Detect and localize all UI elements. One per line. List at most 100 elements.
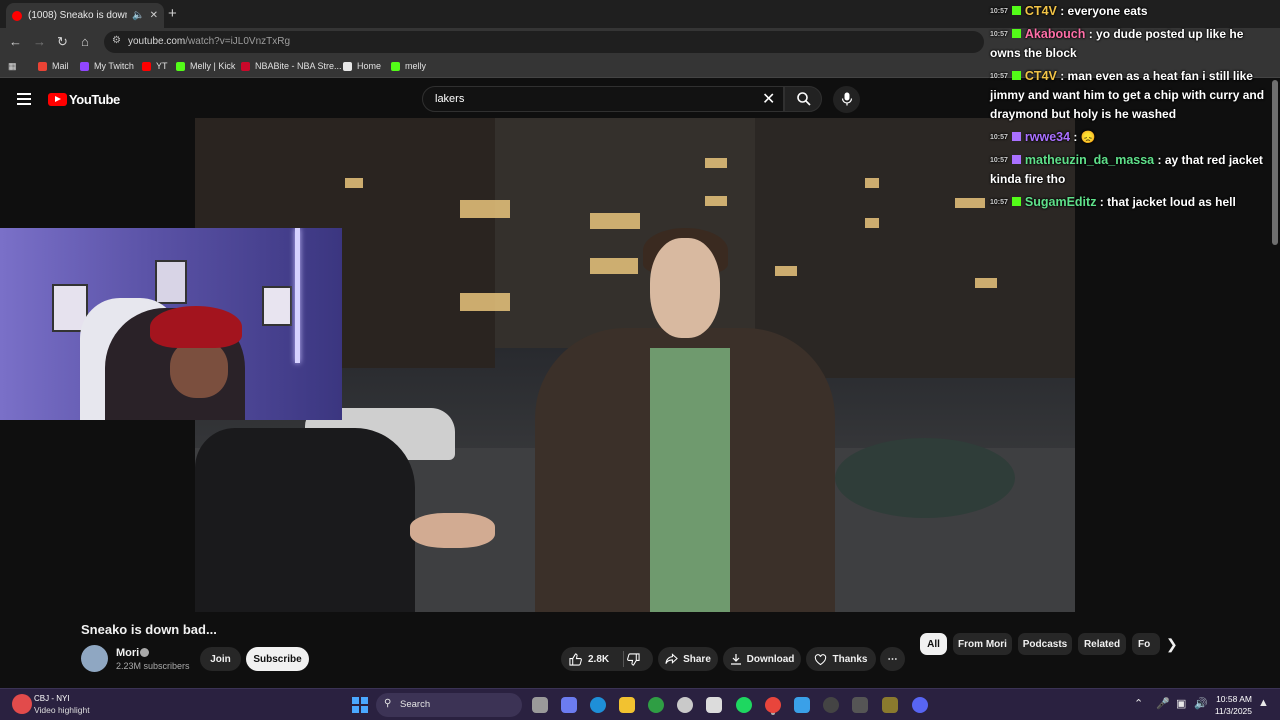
chat-text: : that jacket loud as hell: [1099, 195, 1236, 209]
share-label: Share: [683, 653, 711, 665]
bookmark-mail[interactable]: Mail: [38, 61, 69, 71]
join-button[interactable]: Join: [200, 647, 241, 671]
more-actions-button[interactable]: ⋯: [880, 647, 905, 671]
platform-badge-icon: [1011, 71, 1021, 80]
browser-tab[interactable]: (1008) Sneako is down bad 🔈 ✕: [6, 3, 164, 28]
chrome-icon[interactable]: [765, 697, 781, 713]
file-explorer-icon[interactable]: [619, 697, 635, 713]
url-host: youtube.com: [128, 36, 186, 47]
download-icon: [730, 654, 741, 665]
windows-start-icon[interactable]: [352, 697, 368, 713]
taskbar-search-box[interactable]: ⚲ Search: [376, 693, 522, 717]
chat-message: 10:57 CT4V : everyone eats: [990, 2, 1275, 21]
bookmark-nbabite[interactable]: NBABite - NBA Stre...: [241, 61, 342, 71]
clock-time[interactable]: 10:58 AM: [1212, 694, 1252, 704]
copilot-icon[interactable]: [561, 697, 577, 713]
chat-timestamp: 10:57: [990, 134, 1008, 141]
chip-all[interactable]: All: [920, 633, 947, 655]
chat-username: rwwe34: [1024, 130, 1071, 144]
clock-date[interactable]: 11/3/2025: [1212, 706, 1252, 716]
chip-related[interactable]: Related: [1078, 633, 1126, 655]
chat-text: : 😞: [1073, 130, 1096, 144]
speaker-icon[interactable]: 🔈: [132, 10, 144, 21]
platform-badge-icon: [1011, 29, 1021, 38]
thumbs-down-icon[interactable]: [627, 653, 640, 666]
video-frame-person-shirt: [650, 348, 730, 612]
steam-icon[interactable]: [677, 697, 693, 713]
notification-bell-icon[interactable]: ▲: [1258, 697, 1269, 709]
search-input[interactable]: lakers: [422, 86, 784, 112]
app-icon[interactable]: [852, 697, 868, 713]
windows-taskbar: CBJ - NYI Video highlight ⚲ Search ⌃ 🎤 ▣…: [0, 688, 1280, 720]
like-button[interactable]: 2.8K: [561, 647, 653, 671]
video-frame-car: [195, 428, 415, 612]
bookmark-home[interactable]: Home: [343, 61, 381, 71]
reload-icon[interactable]: ↻: [57, 34, 68, 50]
like-dislike-divider: [623, 651, 624, 667]
channel-avatar[interactable]: [81, 645, 108, 672]
stream-chat-overlay: 10:57 CT4V : everyone eats 10:57 Akabouch :…: [990, 2, 1275, 216]
app-icon[interactable]: [882, 697, 898, 713]
thanks-button[interactable]: Thanks: [806, 647, 876, 671]
search-button[interactable]: [784, 86, 822, 112]
photos-icon[interactable]: [794, 697, 810, 713]
page-scrollbar[interactable]: [1272, 80, 1278, 245]
close-tab-icon[interactable]: ✕: [150, 10, 158, 21]
home-icon[interactable]: ⌂: [81, 34, 89, 49]
bookmark-melly[interactable]: melly: [391, 61, 426, 71]
bookmark-yt[interactable]: YT: [142, 61, 168, 71]
network-icon[interactable]: ▣: [1176, 697, 1186, 710]
chip-partial[interactable]: Fo: [1132, 633, 1160, 655]
download-button[interactable]: Download: [723, 647, 801, 671]
chat-username: Akabouch: [1024, 27, 1086, 41]
subscriber-count: 2.23M subscribers: [116, 661, 190, 671]
chat-message: 10:57 Akabouch : yo dude posted up like h…: [990, 25, 1275, 63]
media-player-icon[interactable]: [823, 697, 839, 713]
chip-podcasts[interactable]: Podcasts: [1018, 633, 1072, 655]
kick-icon: [391, 61, 400, 71]
site-info-icon[interactable]: ⚙: [112, 35, 121, 46]
volume-icon[interactable]: 🔊: [1194, 697, 1208, 710]
subscribe-button[interactable]: Subscribe: [246, 647, 309, 671]
store-icon[interactable]: [706, 697, 722, 713]
bookmark-melly-kick[interactable]: Melly | Kick: [176, 61, 235, 71]
apps-grid-icon[interactable]: ▦: [8, 61, 17, 72]
share-button[interactable]: Share: [658, 647, 718, 671]
new-tab-icon[interactable]: +: [168, 5, 177, 22]
voice-search-button[interactable]: [833, 86, 860, 113]
widget-subtitle: Video highlight: [34, 705, 90, 715]
taskbar-search-label: Search: [400, 699, 431, 710]
like-count: 2.8K: [588, 653, 610, 665]
gmail-icon: [38, 61, 47, 71]
edge-icon[interactable]: [590, 697, 606, 713]
xbox-icon[interactable]: [648, 697, 664, 713]
clear-search-icon[interactable]: ✕: [762, 89, 775, 109]
chat-message: 10:57 matheuzin_da_massa : ay that red ja…: [990, 151, 1275, 189]
streamer-facecam: [0, 228, 342, 420]
sports-widget-icon[interactable]: [12, 694, 32, 714]
spotify-icon[interactable]: [736, 697, 752, 713]
facecam-led-strip: [295, 228, 300, 363]
platform-badge-icon: [1011, 132, 1021, 141]
chip-from-mori[interactable]: From Mori: [953, 633, 1012, 655]
channel-name[interactable]: Mori: [116, 647, 139, 659]
bookmark-my-twitch[interactable]: My Twitch: [80, 61, 134, 71]
chat-timestamp: 10:57: [990, 157, 1008, 164]
discord-icon[interactable]: [912, 697, 928, 713]
chevron-right-icon[interactable]: ❯: [1166, 636, 1178, 653]
verified-check-icon: [140, 648, 149, 657]
thanks-heart-icon: [815, 653, 827, 665]
chat-message: 10:57 SugamEditz : that jacket loud as he…: [990, 193, 1275, 212]
twitch-icon: [80, 61, 89, 71]
youtube-logo[interactable]: YouTube: [48, 92, 120, 107]
chat-username: SugamEditz: [1024, 195, 1097, 209]
forward-arrow-icon[interactable]: →: [33, 34, 46, 49]
chevron-up-icon[interactable]: ⌃: [1134, 697, 1143, 710]
hamburger-menu-icon[interactable]: [17, 93, 31, 105]
address-bar[interactable]: ⚙ youtube.com/watch?v=iJL0VnzTxRg: [104, 31, 984, 53]
task-view-icon[interactable]: [532, 697, 548, 713]
chat-timestamp: 10:57: [990, 31, 1008, 38]
chat-username: CT4V: [1024, 4, 1057, 18]
back-arrow-icon[interactable]: ←: [9, 34, 22, 49]
microphone-icon[interactable]: 🎤: [1156, 697, 1170, 710]
